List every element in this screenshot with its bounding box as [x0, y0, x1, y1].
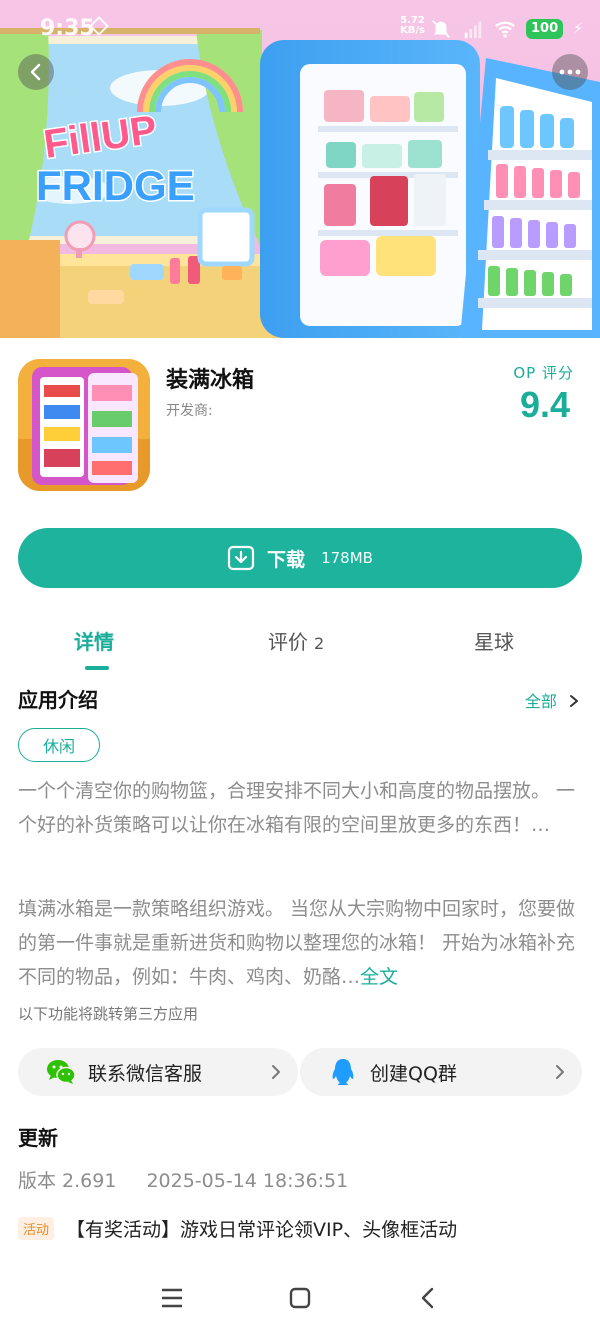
tab-reviews[interactable]: 评价 2	[268, 626, 324, 655]
download-icon	[227, 545, 255, 571]
app-title: 装满冰箱	[166, 368, 255, 393]
create-qq-group-label: 创建QQ群	[370, 1062, 457, 1085]
version-number: 版本 2.691	[18, 1170, 117, 1192]
status-icons: 100 ⚡	[430, 17, 583, 41]
system-navigation-bar	[0, 1270, 600, 1333]
battery-indicator: 100	[526, 19, 564, 39]
activity-banner[interactable]: 活动 【有奖活动】游戏日常评论领VIP、头像框活动	[18, 1215, 457, 1242]
tab-planet[interactable]: 星球	[474, 626, 514, 655]
more-options-button[interactable]	[552, 54, 588, 90]
tab-planet-label: 星球	[474, 630, 514, 654]
rating-label: OP 评分	[513, 364, 574, 382]
intro-show-all-label: 全部	[524, 692, 557, 711]
tab-bar: 详情 评价 2 星球	[0, 620, 600, 676]
intro-section-title: 应用介绍	[18, 688, 98, 712]
menu-lines-icon	[162, 1288, 182, 1308]
hero-banner: FillUP FRIDGE 9:35 5.72 KB/s 100 ⚡	[0, 0, 600, 338]
wechat-support-button[interactable]: 联系微信客服	[18, 1048, 298, 1096]
full-text-link[interactable]: 全文	[360, 966, 398, 988]
back-button[interactable]	[18, 54, 54, 90]
status-bar: 9:35 5.72 KB/s 100 ⚡	[0, 0, 600, 60]
wifi-icon	[495, 21, 515, 38]
chevron-right-icon	[570, 695, 578, 707]
tab-details-label: 详情	[74, 630, 114, 654]
download-button[interactable]: 下载 178MB	[18, 528, 582, 588]
developer-label: 开发商:	[166, 403, 213, 419]
banner-logo-line2: FRIDGE	[36, 162, 195, 209]
app-icon	[18, 359, 150, 491]
home-square-icon	[289, 1287, 311, 1309]
qq-penguin-icon	[328, 1057, 358, 1087]
intro-paragraph-2-text: 填满冰箱是一款策略组织游戏。 当您从大宗购物中回家时，您要做的第一件事就是重新进…	[18, 898, 576, 988]
signal-icon	[464, 21, 482, 39]
charging-icon: ⚡	[573, 21, 583, 37]
activity-text: 【有奖活动】游戏日常评论领VIP、头像框活动	[66, 1219, 458, 1241]
intro-show-all-link[interactable]: 全部	[525, 688, 580, 712]
more-dots-icon	[559, 69, 581, 75]
version-info: 版本 2.691 2025-05-14 18:36:51	[18, 1166, 348, 1193]
mute-bell-icon	[432, 20, 450, 38]
chevron-right-icon	[556, 1065, 564, 1079]
chevron-left-icon	[30, 63, 41, 81]
system-back-button[interactable]	[414, 1284, 442, 1312]
recent-apps-button[interactable]	[158, 1284, 186, 1312]
download-label: 下载	[267, 548, 306, 571]
rating-value: 9.4	[519, 384, 570, 425]
wechat-icon	[46, 1057, 76, 1087]
category-tag[interactable]: 休闲	[18, 728, 100, 762]
status-time: 9:35	[40, 16, 95, 41]
chevron-right-icon	[272, 1065, 280, 1079]
network-speed-unit: KB/s	[400, 25, 425, 36]
intro-paragraph-2: 填满冰箱是一款策略组织游戏。 当您从大宗购物中回家时，您要做的第一件事就是重新进…	[18, 892, 584, 994]
home-button[interactable]	[286, 1284, 314, 1312]
back-arrow-icon	[421, 1287, 434, 1309]
tab-reviews-count: 2	[314, 634, 325, 653]
intro-paragraph-1: 一个个清空你的购物篮，合理安排不同大小和高度的物品摆放。 一个好的补货策略可以让…	[18, 780, 576, 836]
create-qq-group-button[interactable]: 创建QQ群	[300, 1048, 582, 1096]
activity-badge: 活动	[18, 1217, 55, 1240]
download-size: 178MB	[321, 549, 373, 567]
tab-reviews-label: 评价	[268, 630, 308, 654]
update-section-title: 更新	[18, 1126, 58, 1150]
active-tab-indicator	[85, 666, 109, 670]
tab-details[interactable]: 详情	[74, 626, 114, 655]
wechat-support-label: 联系微信客服	[88, 1062, 203, 1085]
update-datetime: 2025-05-14 18:36:51	[146, 1170, 349, 1192]
third-party-note: 以下功能将跳转第三方应用	[18, 1005, 199, 1023]
network-speed: 5.72 KB/s	[400, 16, 425, 36]
